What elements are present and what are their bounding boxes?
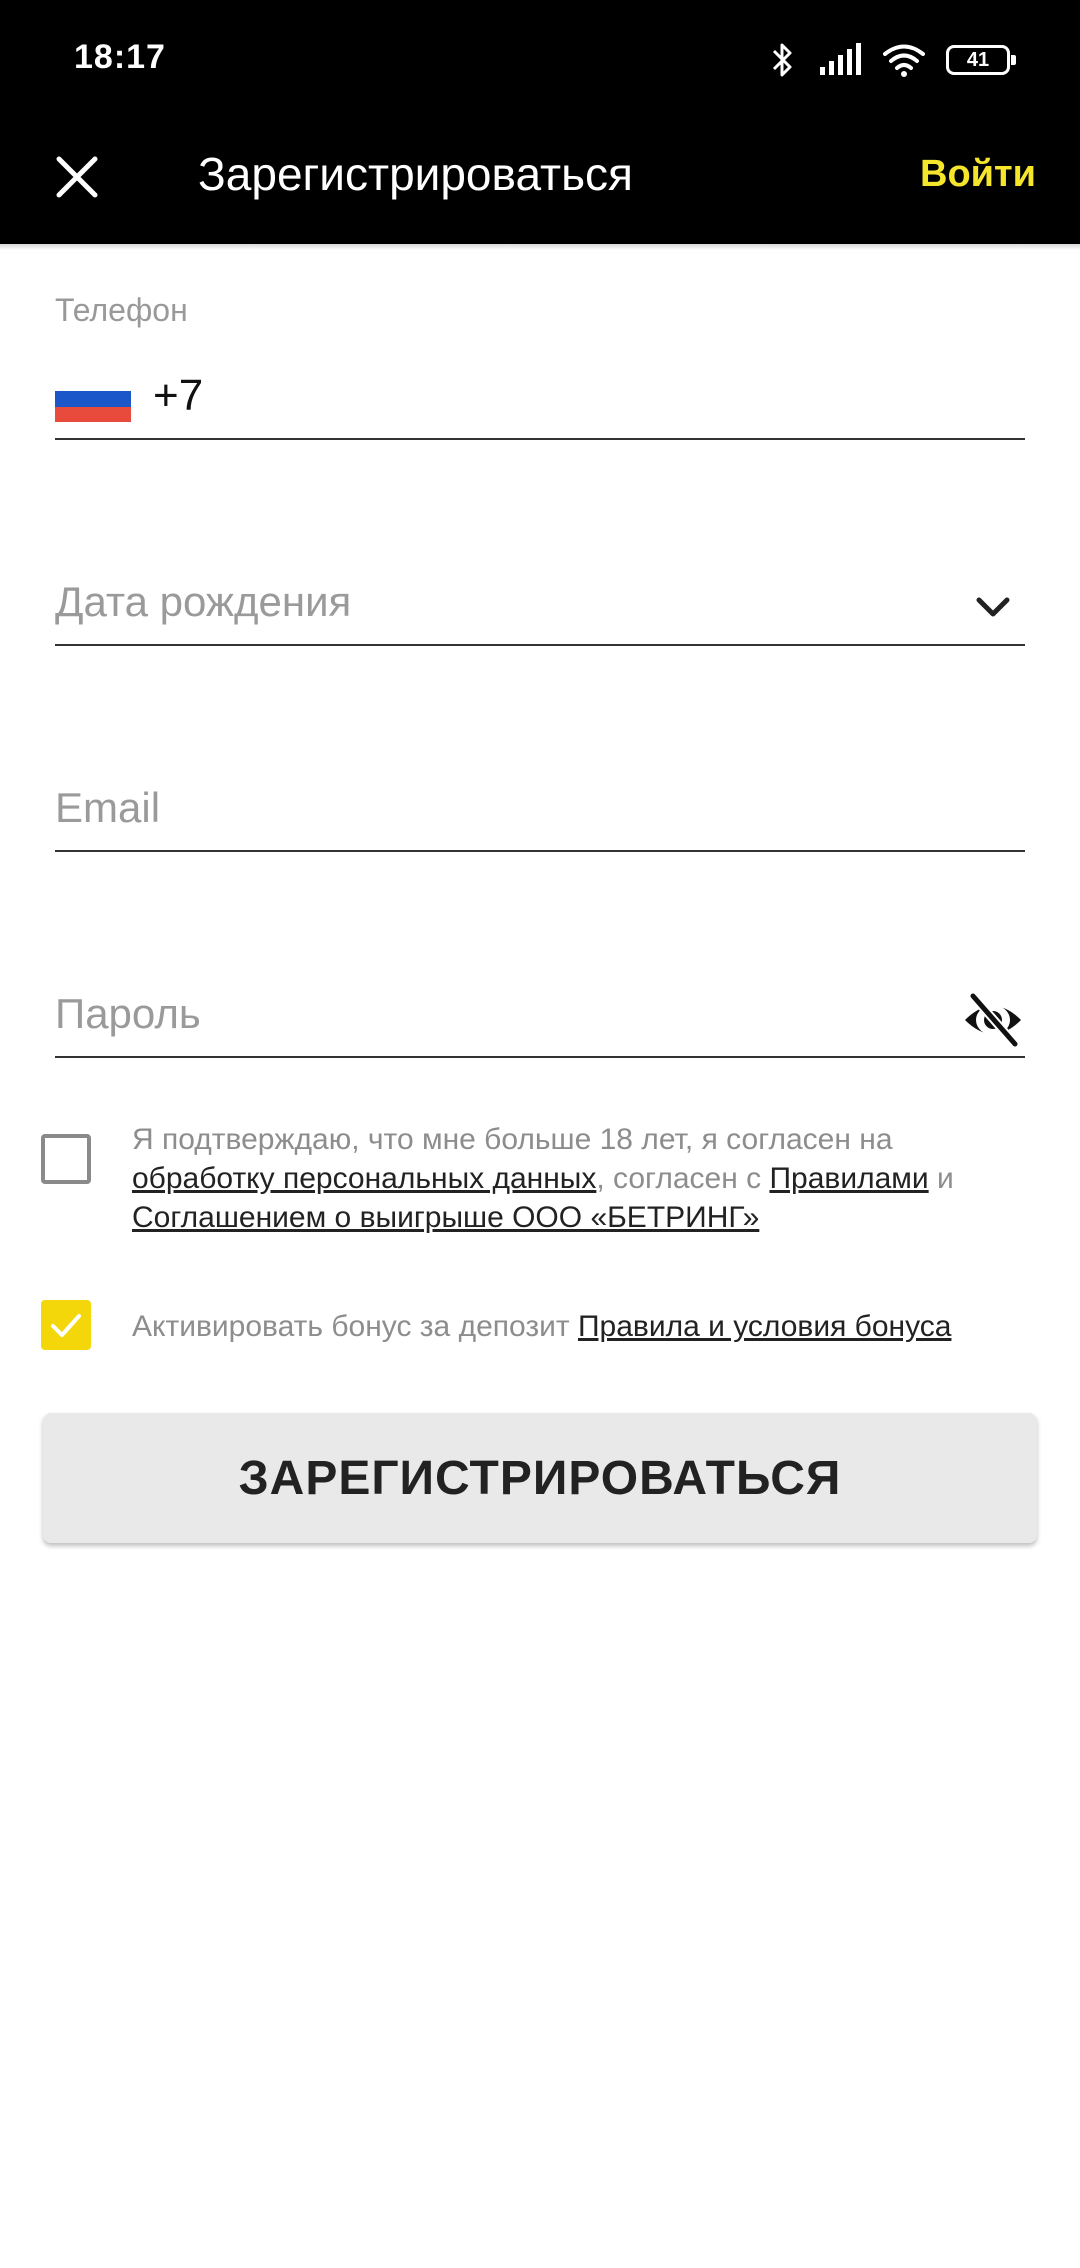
consent-text-part: , согласен с: [596, 1162, 770, 1195]
consent-checkbox[interactable]: [41, 1134, 91, 1184]
phone-input[interactable]: +7: [153, 366, 203, 426]
app-bar-shadow: [0, 244, 1080, 250]
birthdate-field[interactable]: Дата рождения: [55, 566, 1025, 646]
bonus-checkbox[interactable]: [41, 1300, 91, 1350]
bonus-rules-link[interactable]: Правила и условия бонуса: [578, 1310, 952, 1343]
bluetooth-icon: [772, 43, 792, 77]
chevron-down-icon[interactable]: [973, 588, 1013, 628]
bonus-text: Активировать бонус за депозит Правила и …: [132, 1307, 1042, 1346]
login-link[interactable]: Войти: [920, 146, 1036, 202]
personal-data-link[interactable]: обработку персональных данных: [132, 1162, 596, 1195]
register-button[interactable]: ЗАРЕГИСТРИРОВАТЬСЯ: [43, 1413, 1037, 1543]
eye-off-icon[interactable]: [961, 990, 1025, 1050]
consent-text-part: Я подтверждаю, что мне больше 18 лет, я …: [132, 1123, 893, 1156]
rules-link[interactable]: Правилами: [769, 1162, 928, 1195]
signal-icon: [820, 43, 861, 75]
battery-icon: 41: [946, 45, 1016, 75]
russia-flag-icon[interactable]: [55, 376, 131, 422]
consent-text-part: и: [928, 1162, 954, 1195]
checkmark-icon: [51, 1314, 81, 1337]
email-placeholder: Email: [55, 784, 161, 831]
battery-level: 41: [966, 48, 990, 71]
consent-text: Я подтверждаю, что мне больше 18 лет, я …: [132, 1120, 1042, 1237]
status-icons: 41: [768, 36, 1016, 84]
close-button[interactable]: [46, 146, 108, 208]
phone-field[interactable]: +7: [55, 360, 1025, 440]
close-icon: [56, 156, 98, 198]
app-bar: Зарегистрироваться Войти: [0, 118, 1080, 244]
password-placeholder: Пароль: [55, 990, 201, 1037]
email-field[interactable]: Email: [55, 772, 1025, 852]
birthdate-placeholder: Дата рождения: [55, 578, 352, 625]
status-time: 18:17: [74, 38, 166, 76]
page-title: Зарегистрироваться: [198, 148, 633, 200]
status-bar: 18:17 41: [0, 0, 1080, 118]
phone-label: Телефон: [55, 292, 188, 328]
wifi-icon: [883, 44, 925, 77]
bonus-text-part: Активировать бонус за депозит: [132, 1310, 578, 1343]
password-field[interactable]: Пароль: [55, 978, 1025, 1058]
agreement-link[interactable]: Соглашением о выигрыше ООО «БЕТРИНГ»: [132, 1201, 759, 1234]
